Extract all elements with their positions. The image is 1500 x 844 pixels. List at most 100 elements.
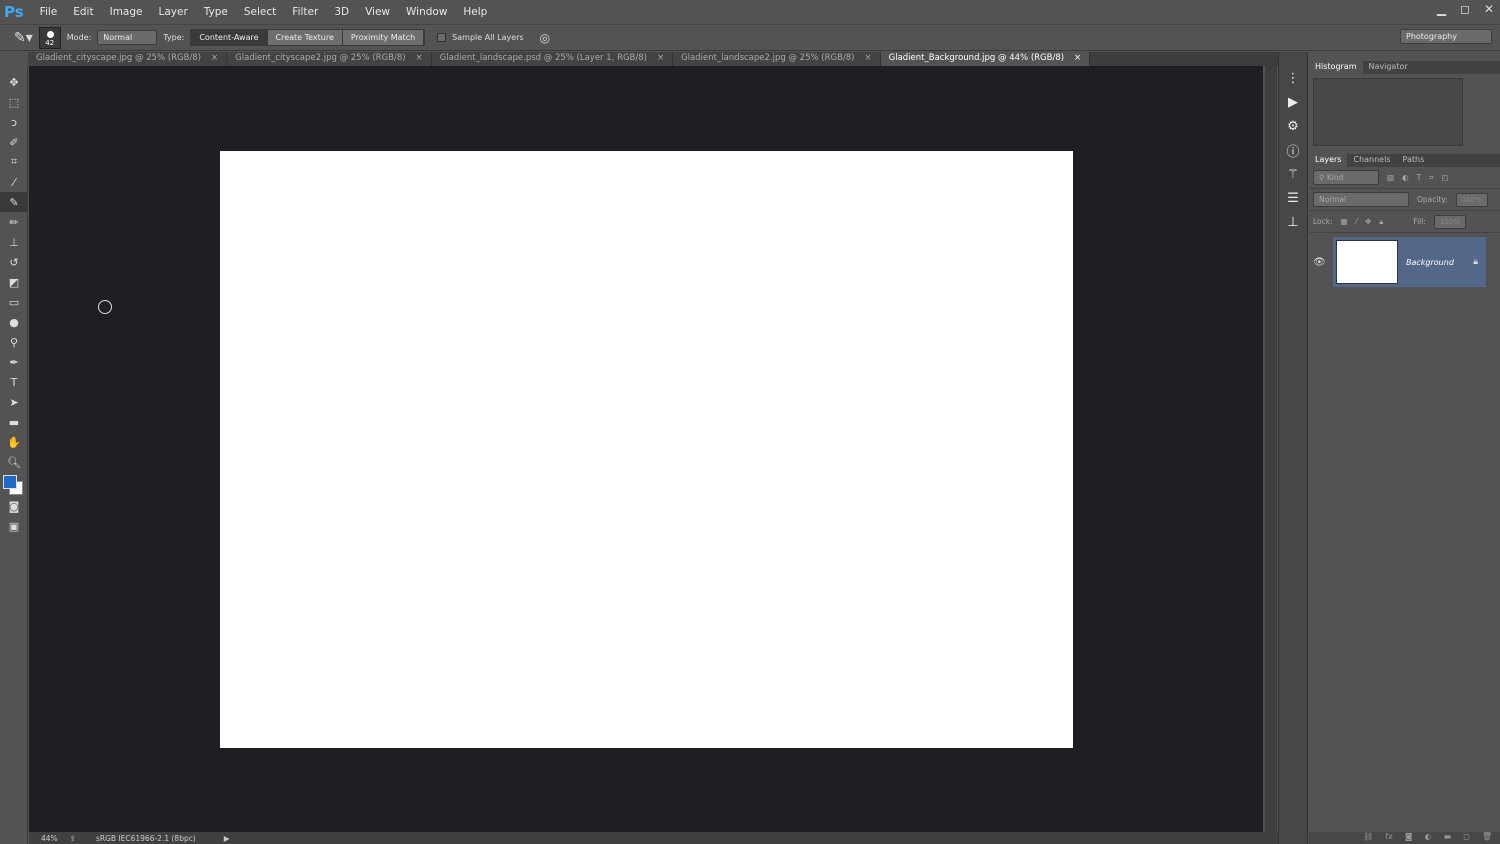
menu-window[interactable]: Window (398, 6, 455, 18)
tab-histogram[interactable]: Histogram (1309, 61, 1363, 74)
spot-healing-tool-icon[interactable]: ✎ (0, 192, 28, 212)
menu-edit[interactable]: Edit (65, 6, 101, 18)
menu-help[interactable]: Help (455, 6, 495, 18)
photoshop-logo: Ps (4, 3, 24, 21)
filter-shape-icon[interactable]: ⌗ (1429, 173, 1433, 183)
pen-tool-icon[interactable]: ✒ (0, 352, 28, 372)
opacity-input[interactable]: 100% (1455, 192, 1488, 207)
quick-mask-icon[interactable]: ◙ (0, 496, 28, 516)
panel-dock: ⋮ ▶ ⚙ ⓘ ⚚ ☰ ⊥ (1278, 52, 1308, 844)
lock-position-icon[interactable]: ✥ (1365, 217, 1371, 226)
type-proximity-match[interactable]: Proximity Match (342, 30, 425, 45)
brush-tool-icon[interactable]: ✏ (0, 212, 28, 232)
visibility-eye-icon[interactable]: 👁︎ (1313, 257, 1326, 268)
mode-select[interactable]: Normal (97, 30, 158, 45)
eyedropper-tool-icon[interactable]: ⁄ (0, 172, 28, 192)
brush-presets-icon[interactable]: ⚚ (1279, 162, 1307, 186)
document-canvas[interactable] (220, 151, 1073, 748)
add-mask-icon[interactable]: ◙ (1405, 832, 1413, 844)
gradient-tool-icon[interactable]: ▭ (0, 292, 28, 312)
tab-document[interactable]: Gladient_cityscape2.jpg @ 25% (RGB/8) × (227, 52, 432, 66)
lock-pixels-icon[interactable]: ⁄ (1356, 217, 1357, 226)
menu-type[interactable]: Type (196, 6, 236, 18)
tab-close-icon[interactable]: × (657, 53, 664, 63)
tab-paths[interactable]: Paths (1397, 154, 1431, 167)
history-brush-tool-icon[interactable]: ↺ (0, 252, 28, 272)
crop-tool-icon[interactable]: ⌗ (0, 152, 28, 172)
sample-all-layers-checkbox[interactable] (437, 33, 447, 42)
tab-close-icon[interactable]: × (211, 53, 218, 63)
type-create-texture[interactable]: Create Texture (267, 30, 343, 45)
zoom-level[interactable]: 44% (41, 834, 58, 843)
menu-view[interactable]: View (357, 6, 398, 18)
screen-mode-icon[interactable]: ▣ (0, 516, 28, 536)
delete-layer-icon[interactable]: 🗑︎ (1482, 832, 1492, 844)
history-panel-icon[interactable]: ⋮ (1279, 66, 1307, 90)
new-group-icon[interactable]: ▬ (1444, 832, 1452, 844)
adjustments-icon[interactable]: ☰ (1279, 186, 1307, 210)
link-layers-icon[interactable]: ⛓ (1363, 832, 1373, 844)
type-content-aware[interactable]: Content-Aware (191, 30, 268, 45)
layer-name[interactable]: Background (1406, 258, 1473, 267)
menu-layer[interactable]: Layer (150, 6, 195, 18)
marquee-tool-icon[interactable]: ⬚ (0, 92, 28, 112)
adjustment-layer-icon[interactable]: ◐ (1425, 832, 1432, 844)
eraser-tool-icon[interactable]: ◩ (0, 272, 28, 292)
type-tool-icon[interactable]: T (0, 372, 28, 392)
menu-file[interactable]: File (32, 6, 66, 18)
layer-row-background[interactable]: 👁︎ Background 🔒︎ (1313, 237, 1486, 287)
restore-button[interactable]: ◻ (1460, 2, 1470, 16)
tab-channels[interactable]: Channels (1347, 154, 1396, 167)
menu-select[interactable]: Select (236, 6, 284, 18)
fill-label: Fill: (1413, 217, 1426, 226)
clone-source-icon[interactable]: ⊥ (1279, 210, 1307, 234)
blend-mode-select[interactable]: Normal (1313, 192, 1409, 207)
blur-tool-icon[interactable]: ● (0, 312, 28, 332)
close-button[interactable]: ✕ (1484, 2, 1494, 16)
rectangle-tool-icon[interactable]: ▬ (0, 412, 28, 432)
layer-style-icon[interactable]: fx (1385, 832, 1393, 844)
menu-3d[interactable]: 3D (326, 6, 357, 18)
lasso-tool-icon[interactable]: ↄ (0, 112, 28, 132)
actions-panel-icon[interactable]: ▶ (1279, 90, 1307, 114)
hand-tool-icon[interactable]: ✋ (0, 432, 28, 452)
tab-layers[interactable]: Layers (1309, 154, 1348, 167)
spot-healing-brush-icon[interactable]: ✎▾ (14, 30, 33, 46)
pressure-icon[interactable]: ◎ (540, 31, 550, 45)
quick-selection-tool-icon[interactable]: ✐ (0, 132, 28, 152)
brush-preset-picker[interactable]: 42 (38, 26, 61, 49)
tab-document[interactable]: Gladient_landscape.psd @ 25% (Layer 1, R… (431, 52, 674, 66)
move-tool-icon[interactable]: ✥ (0, 72, 28, 92)
path-selection-tool-icon[interactable]: ➤ (0, 392, 28, 412)
minimize-button[interactable]: ▁ (1437, 2, 1446, 16)
new-layer-icon[interactable]: ◻ (1463, 832, 1470, 844)
tab-close-icon[interactable]: × (865, 53, 872, 63)
tab-navigator[interactable]: Navigator (1363, 61, 1414, 74)
filter-pixel-icon[interactable]: ▧ (1387, 173, 1394, 182)
lock-transparent-icon[interactable]: ▦ (1341, 217, 1348, 226)
filter-adjustment-icon[interactable]: ◐ (1402, 173, 1409, 182)
workspace-select[interactable]: Photography (1400, 29, 1492, 44)
tab-document[interactable]: Gladient_cityscape.jpg @ 25% (RGB/8) × (28, 52, 228, 66)
tab-document-active[interactable]: Gladient_Background.jpg @ 44% (RGB/8) × (880, 52, 1091, 66)
vertical-scrollbar[interactable] (1265, 66, 1277, 832)
clone-stamp-tool-icon[interactable]: ⊥ (0, 232, 28, 252)
foreground-color-swatch[interactable] (3, 475, 17, 489)
menu-filter[interactable]: Filter (284, 6, 326, 18)
properties-panel-icon[interactable]: ⚙ (1279, 114, 1307, 138)
menu-image[interactable]: Image (102, 6, 151, 18)
layers-footer: ⛓ fx ◙ ◐ ▬ ◻ 🗑︎ (1309, 832, 1500, 844)
filter-type-icon[interactable]: T (1417, 173, 1422, 182)
info-panel-icon[interactable]: ⓘ (1279, 138, 1307, 162)
zoom-tool-icon[interactable]: 🔍︎ (0, 452, 28, 472)
share-icon[interactable]: ⇪ (70, 834, 76, 843)
tab-close-icon[interactable]: × (1074, 53, 1081, 63)
tab-close-icon[interactable]: × (416, 53, 423, 63)
tab-document[interactable]: Gladient_landscape2.jpg @ 25% (RGB/8) × (673, 52, 881, 66)
fill-input[interactable]: 100% (1433, 214, 1466, 229)
filter-smart-object-icon[interactable]: ◰ (1441, 173, 1448, 182)
lock-all-icon[interactable]: 🔒︎ (1379, 217, 1383, 227)
dodge-tool-icon[interactable]: ⚲ (0, 332, 28, 352)
status-menu-arrow-icon[interactable]: ▶ (224, 834, 230, 843)
filter-kind-select[interactable]: ⚲ Kind (1313, 170, 1379, 185)
